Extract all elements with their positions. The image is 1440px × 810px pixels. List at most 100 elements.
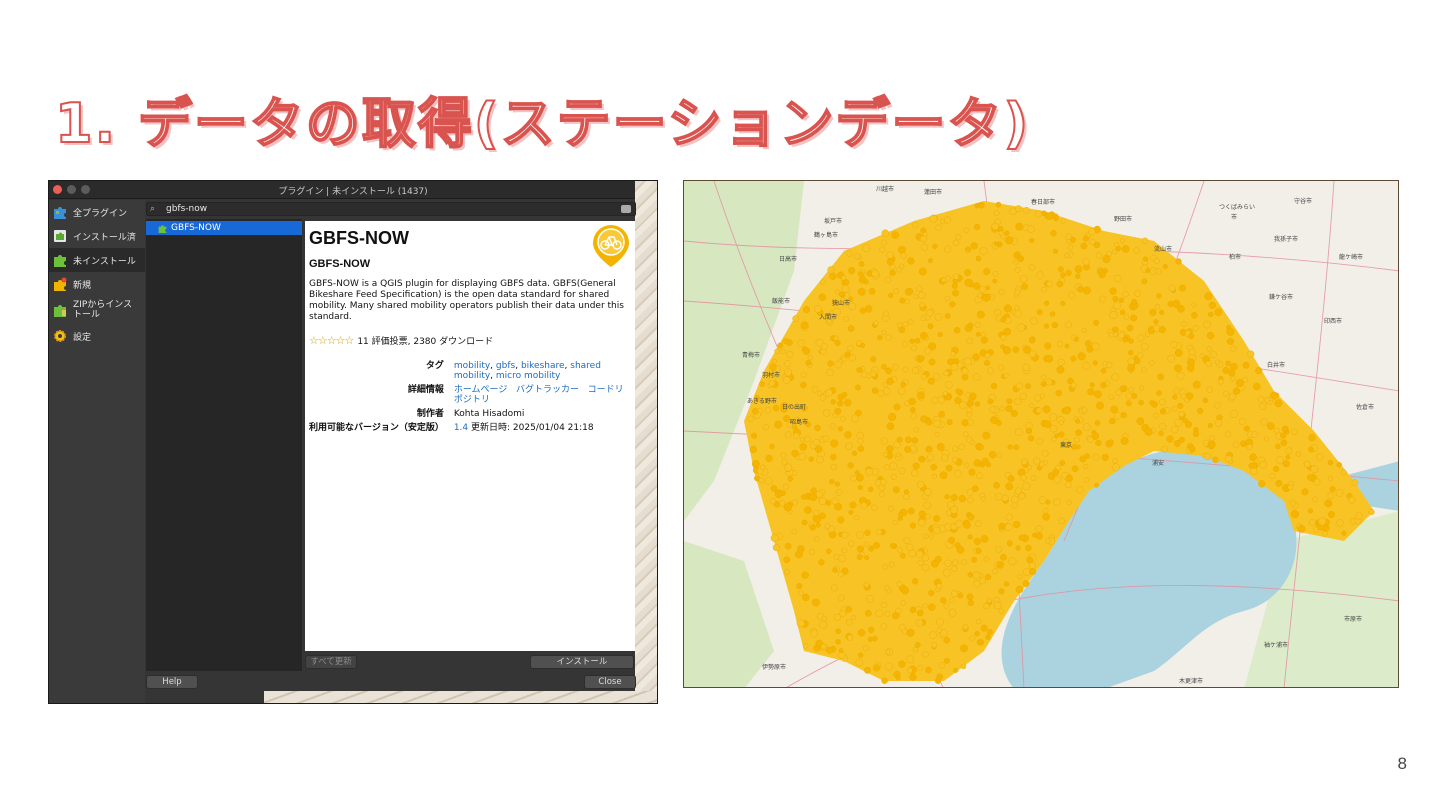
station-marker[interactable] (976, 310, 985, 319)
station-marker[interactable] (1141, 237, 1149, 244)
station-marker[interactable] (825, 389, 833, 397)
station-marker[interactable] (1229, 393, 1236, 401)
station-marker[interactable] (1248, 462, 1255, 469)
station-marker[interactable] (941, 454, 949, 462)
station-marker[interactable] (820, 279, 826, 285)
station-marker[interactable] (1019, 274, 1028, 283)
station-marker[interactable] (901, 628, 908, 635)
station-marker[interactable] (875, 609, 884, 618)
station-marker[interactable] (1155, 268, 1162, 275)
station-marker[interactable] (1192, 325, 1199, 332)
station-marker[interactable] (1159, 408, 1167, 415)
station-marker[interactable] (1188, 445, 1196, 453)
station-marker[interactable] (1035, 532, 1043, 540)
station-marker[interactable] (1064, 252, 1070, 259)
station-marker[interactable] (1260, 418, 1269, 426)
station-marker[interactable] (848, 540, 855, 547)
station-marker[interactable] (1092, 453, 1100, 461)
station-marker[interactable] (1013, 444, 1020, 451)
station-marker[interactable] (1017, 574, 1023, 580)
station-marker[interactable] (890, 474, 897, 480)
station-marker[interactable] (1056, 365, 1065, 374)
station-marker[interactable] (858, 271, 864, 277)
station-marker[interactable] (1015, 545, 1021, 551)
station-marker[interactable] (1153, 319, 1159, 325)
station-marker[interactable] (929, 533, 935, 539)
station-marker[interactable] (1052, 248, 1058, 254)
station-marker[interactable] (918, 455, 926, 463)
station-marker[interactable] (945, 394, 952, 401)
station-marker[interactable] (856, 473, 864, 482)
station-marker[interactable] (839, 610, 847, 618)
station-marker[interactable] (1060, 272, 1066, 278)
station-marker[interactable] (1148, 360, 1155, 366)
station-marker[interactable] (855, 658, 864, 667)
station-marker[interactable] (1176, 371, 1185, 380)
station-marker[interactable] (851, 414, 860, 423)
station-marker[interactable] (770, 485, 777, 492)
station-marker[interactable] (1005, 482, 1014, 491)
station-marker[interactable] (873, 542, 880, 549)
station-marker[interactable] (1172, 394, 1178, 400)
station-marker[interactable] (1159, 309, 1165, 315)
station-marker[interactable] (925, 513, 931, 520)
station-marker[interactable] (837, 516, 845, 524)
station-marker[interactable] (882, 382, 889, 388)
station-marker[interactable] (993, 210, 1000, 217)
station-marker[interactable] (926, 309, 934, 317)
station-marker[interactable] (918, 291, 926, 299)
station-marker[interactable] (1053, 498, 1061, 506)
station-marker[interactable] (809, 493, 818, 501)
station-marker[interactable] (1020, 458, 1028, 466)
station-marker[interactable] (963, 227, 970, 234)
station-marker[interactable] (1128, 338, 1134, 344)
homepage-link[interactable]: ホームページ (454, 385, 508, 395)
station-marker[interactable] (1098, 271, 1106, 279)
station-marker[interactable] (1101, 453, 1109, 461)
station-marker[interactable] (916, 481, 925, 489)
station-marker[interactable] (1042, 512, 1050, 521)
station-marker[interactable] (1131, 392, 1138, 399)
station-marker[interactable] (749, 445, 757, 454)
station-marker[interactable] (800, 321, 809, 330)
station-marker[interactable] (816, 390, 822, 396)
station-marker[interactable] (1141, 367, 1147, 373)
station-marker[interactable] (1088, 228, 1096, 236)
station-marker[interactable] (1064, 481, 1072, 489)
station-marker[interactable] (765, 477, 773, 485)
station-marker[interactable] (1206, 331, 1215, 340)
station-marker[interactable] (994, 241, 999, 247)
station-marker[interactable] (962, 624, 969, 630)
station-marker[interactable] (813, 305, 822, 313)
tag-link[interactable]: bikeshare (521, 361, 565, 371)
station-marker[interactable] (1285, 454, 1291, 460)
station-marker[interactable] (798, 590, 804, 596)
station-marker[interactable] (1185, 392, 1194, 400)
station-marker[interactable] (911, 437, 919, 444)
station-marker[interactable] (1000, 316, 1007, 323)
station-marker[interactable] (942, 390, 948, 396)
station-marker[interactable] (886, 251, 894, 259)
station-marker[interactable] (864, 555, 870, 560)
station-marker[interactable] (878, 484, 886, 492)
station-marker[interactable] (1202, 397, 1209, 404)
station-marker[interactable] (813, 536, 820, 542)
station-marker[interactable] (1084, 340, 1092, 347)
station-marker[interactable] (1156, 390, 1162, 396)
station-marker[interactable] (855, 531, 864, 539)
station-marker[interactable] (1111, 249, 1117, 255)
station-marker[interactable] (865, 468, 873, 476)
station-marker[interactable] (1192, 431, 1200, 438)
station-marker[interactable] (950, 506, 959, 514)
station-marker[interactable] (1036, 271, 1044, 280)
station-marker[interactable] (1178, 284, 1186, 292)
station-marker[interactable] (966, 399, 974, 407)
station-marker[interactable] (938, 411, 945, 418)
station-marker[interactable] (804, 506, 812, 514)
station-marker[interactable] (1012, 346, 1020, 353)
station-marker[interactable] (1180, 393, 1187, 400)
station-marker[interactable] (751, 432, 758, 439)
station-marker[interactable] (1038, 496, 1047, 505)
station-marker[interactable] (1290, 428, 1298, 435)
station-marker[interactable] (975, 255, 982, 262)
